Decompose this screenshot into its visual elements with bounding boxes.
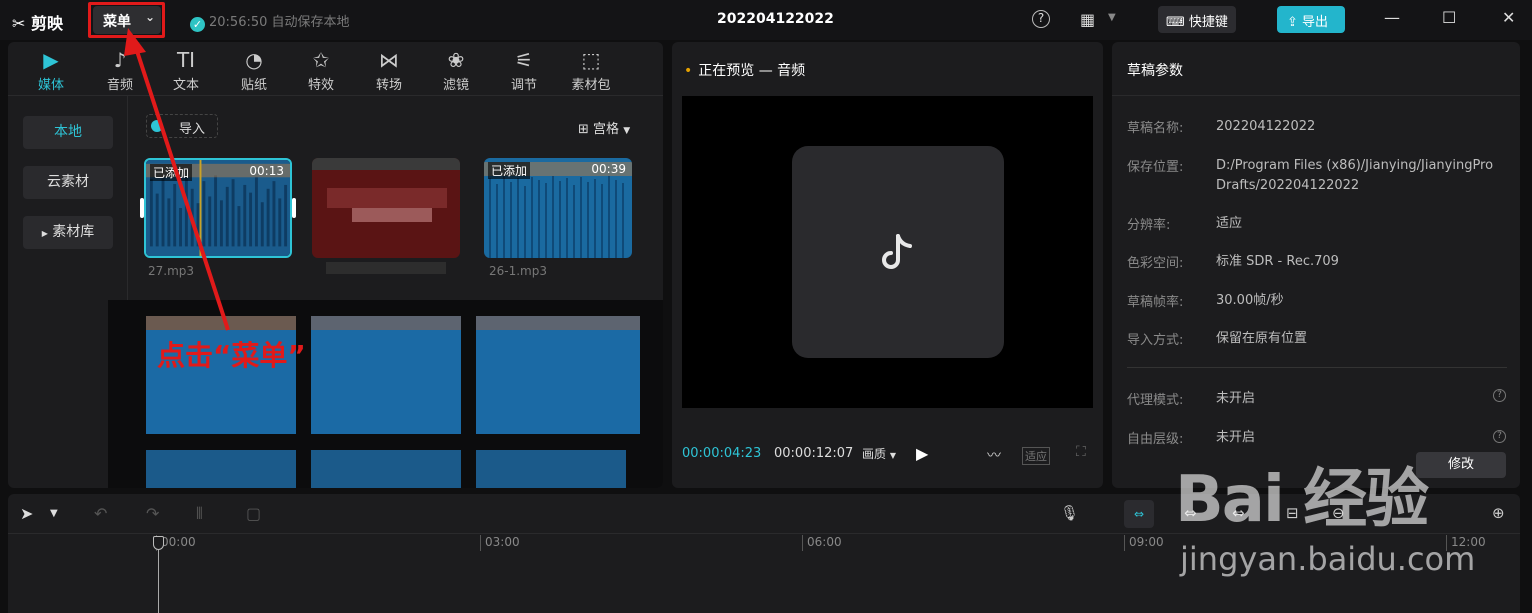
delete-icon[interactable]: ▢ — [246, 504, 261, 523]
tiktok-note-icon — [882, 234, 912, 269]
split-icon[interactable]: ⫴ — [196, 504, 203, 524]
panel-title: 草稿参数 — [1127, 63, 1183, 79]
chevron-down-icon: ▼ — [889, 451, 896, 460]
fit-button[interactable]: 适应 — [1022, 447, 1050, 465]
current-time: 00:00:04:23 — [682, 446, 762, 461]
main-track-magnet-button[interactable]: ⇔ — [1124, 500, 1154, 528]
audio-placeholder — [792, 146, 1004, 358]
help-icon[interactable]: ? — [1493, 430, 1506, 443]
preview-title: • 正在预览 — 音频 — [684, 63, 806, 79]
watermark-brand: Bai 经验 — [1175, 463, 1429, 537]
draft-params-panel: 草稿参数 草稿名称: 202204122022 保存位置: D:/Program F… — [1112, 42, 1520, 488]
microphone-icon[interactable]: 🎙 — [1060, 504, 1079, 522]
ruler-tick: 09:00 — [1124, 535, 1164, 551]
quality-dropdown[interactable]: 画质 ▼ — [862, 445, 896, 462]
annotation-text: 点击“菜单” — [157, 339, 306, 372]
total-time: 00:00:12:07 — [774, 446, 854, 461]
arrow-shaft — [134, 47, 230, 331]
divider — [1127, 367, 1507, 368]
redo-icon[interactable]: ↷ — [146, 504, 159, 523]
status-dot-icon: • — [684, 63, 693, 79]
preview-canvas[interactable] — [682, 96, 1093, 408]
divider — [1112, 95, 1520, 96]
select-cursor-icon[interactable]: ➤ — [20, 504, 33, 523]
play-icon[interactable]: ▶ — [916, 444, 928, 463]
help-icon[interactable]: ? — [1493, 389, 1506, 402]
watermark-url: jingyan.baidu.com — [1180, 540, 1476, 578]
chevron-down-icon[interactable]: ▼ — [50, 508, 58, 519]
waveform-toggle-icon[interactable]: 〰 — [987, 445, 1001, 465]
playhead-handle[interactable] — [153, 536, 164, 550]
ruler-tick: 03:00 — [480, 535, 520, 551]
fullscreen-icon[interactable]: ⛶ — [1076, 444, 1086, 460]
ruler-tick: 06:00 — [802, 535, 842, 551]
undo-icon[interactable]: ↶ — [94, 504, 107, 523]
modify-button[interactable]: 修改 — [1416, 452, 1506, 478]
arrow-head — [124, 28, 146, 56]
preview-panel: • 正在预览 — 音频 00:00:04:23 00:00:12:07 画质 ▼ … — [672, 42, 1103, 488]
zoom-in-icon[interactable]: ⊕ — [1492, 504, 1505, 522]
